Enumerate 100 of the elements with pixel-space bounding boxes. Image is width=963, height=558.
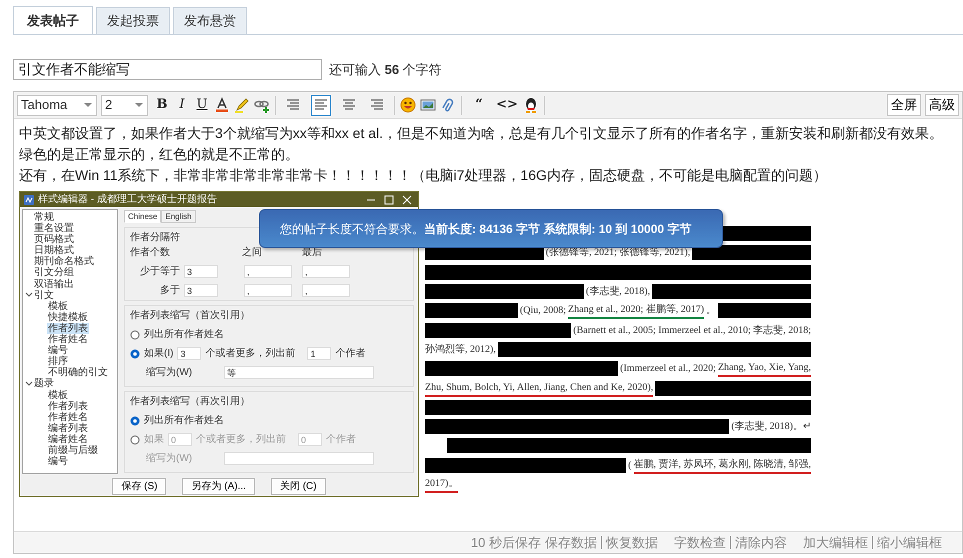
option-label: 列出所有作者姓名 xyxy=(144,328,224,342)
size-select[interactable]: 2 xyxy=(101,94,148,116)
field-label: 缩写为(W) xyxy=(146,366,192,380)
tree-item[interactable]: 常规 xyxy=(33,212,55,224)
tree-item[interactable]: 不明确的引文 xyxy=(47,367,109,378)
tree-item[interactable]: 模板 xyxy=(47,300,69,312)
field-label: 个或者更多，列出前 xyxy=(196,432,286,447)
field-label: 个作者 xyxy=(326,432,356,447)
column-label: 之间 xyxy=(242,246,263,260)
input-field[interactable]: 3 xyxy=(177,347,202,360)
tab[interactable]: 发布悬赏 xyxy=(173,7,247,34)
citation-text: ( xyxy=(628,458,632,473)
input-field[interactable]: , xyxy=(302,265,350,278)
tree-item[interactable]: 前缀与后缀 xyxy=(47,444,99,456)
advanced-button[interactable]: 高级 xyxy=(925,94,959,116)
citation-text: Zhu, Shum, Bolch, Yi, Allen, Jiang, Chen and Ke, 2020), xyxy=(425,380,654,397)
input-field[interactable]: , xyxy=(244,284,292,297)
dialog-button[interactable]: 保存 (S) xyxy=(112,478,166,494)
tree-item[interactable]: 期刊命名格式 xyxy=(33,256,95,268)
citation-text: (李志斐, 2018), xyxy=(586,284,650,300)
tree-item[interactable]: 作者姓名 xyxy=(47,412,89,423)
citation-text: 。 xyxy=(706,304,716,318)
input-field[interactable]: 等 xyxy=(224,366,374,379)
tab[interactable]: English xyxy=(161,210,196,223)
input-field[interactable] xyxy=(224,452,374,465)
citation-text: Zhang, Yao, Xie, Yang, xyxy=(718,360,811,378)
subject-field[interactable]: 引文作者不能缩写 xyxy=(13,59,322,80)
smiley-icon[interactable] xyxy=(400,97,416,113)
radio-button[interactable] xyxy=(130,348,140,358)
group-title: 作者列表缩写（首次引用） xyxy=(130,308,251,323)
dialog-title: 样式编辑器 - 成都理工大学硕士开题报告 xyxy=(38,192,218,207)
tree-item[interactable]: 编号 xyxy=(47,456,69,468)
citation-text: 崔鹏, 贾洋, 苏凤环, 葛永刚, 陈晓清, 邹强, xyxy=(634,456,811,474)
citation-text: Zhang et al., 2020; 崔鹏等, 2017) xyxy=(568,302,704,320)
tree-item[interactable]: 编者姓名 xyxy=(47,434,89,445)
font-select[interactable]: Tahoma xyxy=(17,94,97,116)
option-label: 如果 xyxy=(144,433,164,447)
option-label: 如果(I) xyxy=(144,347,174,361)
citation-text: (李志斐, 2018)。↵ xyxy=(731,420,811,434)
group-title: 作者列表缩写（再次引用） xyxy=(130,394,251,409)
tree-item[interactable]: 作者姓名 xyxy=(47,334,89,346)
tree-item[interactable]: 页码格式 xyxy=(33,234,75,246)
citation-text: 孙鸿烈等, 2012), xyxy=(425,342,496,357)
citation-text: (Qiu, 2008; xyxy=(520,304,566,318)
tree-item[interactable]: 日期格式 xyxy=(33,245,75,256)
tab[interactable]: Chinese xyxy=(124,210,162,223)
tab[interactable]: 发表帖子 xyxy=(13,6,93,34)
tree-item[interactable]: 双语输出 xyxy=(33,278,75,290)
citation-text: (Immerzeel et al., 2020; xyxy=(620,362,716,376)
dialog-button[interactable]: 关闭 (C) xyxy=(270,478,326,494)
penguin-icon[interactable] xyxy=(523,97,539,113)
radio-button[interactable] xyxy=(130,330,140,340)
chevron-icon[interactable] xyxy=(25,380,33,388)
tab[interactable]: 发起投票 xyxy=(96,7,170,34)
tree-item[interactable]: 快捷模板 xyxy=(47,312,89,323)
italic-button[interactable]: I xyxy=(172,94,192,116)
tree-item[interactable]: 重名设置 xyxy=(33,223,75,234)
input-field[interactable]: , xyxy=(302,284,350,297)
tree-item[interactable]: 排序 xyxy=(47,356,69,368)
input-field[interactable]: 1 xyxy=(307,347,332,360)
post-text: 绿色的是正常显示的，红色的就是不正常的。 xyxy=(19,145,300,164)
maximize-icon[interactable] xyxy=(382,194,396,204)
quote-button[interactable]: “ xyxy=(469,94,489,116)
option-label: 列出所有作者姓名 xyxy=(144,414,224,428)
input-field[interactable]: 3 xyxy=(184,284,218,297)
citation-text: (Barnett et al., 2005; Immerzeel et al., 2010; 李志斐, 2018; xyxy=(573,324,811,338)
input-field[interactable]: 3 xyxy=(184,265,218,278)
input-field[interactable]: , xyxy=(244,265,292,278)
autosave-text: 10 秒后保存 xyxy=(470,534,541,552)
caret-icon xyxy=(134,102,144,108)
row-label: 少于等于 xyxy=(140,266,180,277)
post-text: 中英文都设置了，如果作者大于3个就缩写为xx等和xx et al.，但是不知道为啥，总是有几个引文显示了所有的作者名字，重新安装和刷新都没有效果。 xyxy=(19,124,944,143)
underline-button[interactable]: U xyxy=(192,94,212,116)
highlighter-icon[interactable] xyxy=(234,97,250,113)
paperclip-icon[interactable] xyxy=(440,97,456,113)
field-label: 缩写为(W) xyxy=(146,452,192,466)
tree-item[interactable]: 作者列表 xyxy=(47,400,89,412)
citation-text: 2017)。 xyxy=(425,476,458,493)
caret-icon xyxy=(83,102,93,108)
post-text: 还有，在Win 11系统下，非常非常非常非常非常卡！！！！！！（电脑i7处理器，16G内存，固态硬盘，不可能是电脑配置的问题） xyxy=(19,166,828,185)
tree-item[interactable]: 引文 xyxy=(33,290,55,301)
close-icon[interactable] xyxy=(400,194,414,204)
field-label: 个或者更多，列出前 xyxy=(205,346,296,361)
tree-item[interactable]: 引文分组 xyxy=(33,267,75,279)
fullscreen-button[interactable]: 全屏 xyxy=(887,94,921,116)
dialog-button[interactable]: 另存为 (A)... xyxy=(182,478,255,494)
bold-button[interactable]: B xyxy=(152,94,172,116)
column-label: 作者个数 xyxy=(130,246,171,260)
tree-item[interactable]: 编号 xyxy=(47,345,69,356)
row-label: 多于 xyxy=(160,285,180,296)
tree-item[interactable]: 作者列表 xyxy=(47,322,89,334)
warning-tooltip: 您的帖子长度不符合要求。当前长度: 84136 字节 系统限制: 10 到 10000 字节 xyxy=(259,209,723,248)
code-button[interactable]: <> xyxy=(497,94,517,116)
image-icon[interactable] xyxy=(420,97,436,113)
chevron-icon[interactable] xyxy=(25,291,33,300)
tree-item[interactable]: 题录 xyxy=(33,378,55,390)
app-icon xyxy=(24,194,34,204)
text-color-icon[interactable] xyxy=(214,97,230,113)
tree-item[interactable]: 模板 xyxy=(47,390,69,401)
tree-item[interactable]: 编者列表 xyxy=(47,422,89,434)
